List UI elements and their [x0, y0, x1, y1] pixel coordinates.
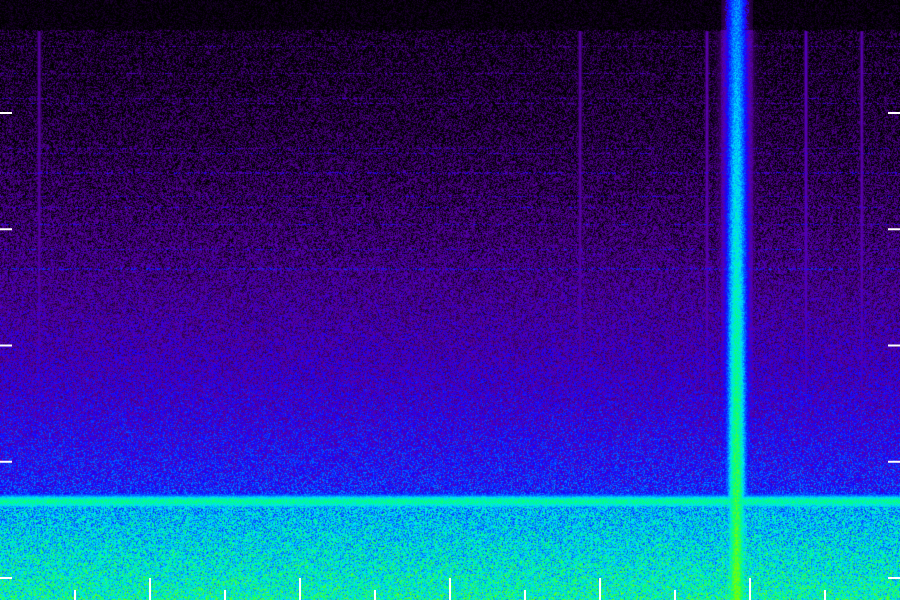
spectrogram-heatmap — [0, 0, 900, 600]
